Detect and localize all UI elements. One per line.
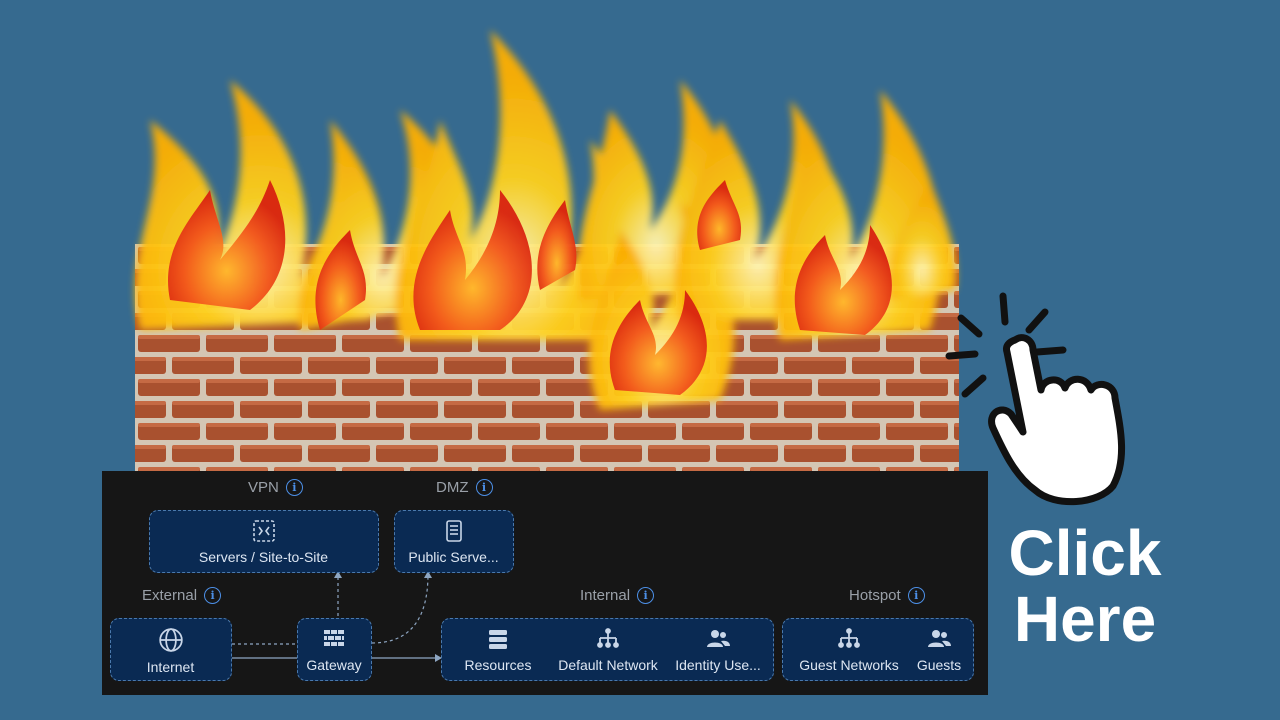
dmz-label: DMZ <box>436 479 469 496</box>
globe-icon <box>158 628 183 652</box>
zone-label-hotspot: Hotspot i <box>849 587 925 604</box>
identity-users-node[interactable]: Identity Use... <box>668 627 768 673</box>
guest-networks-node[interactable]: Guest Networks <box>791 627 907 673</box>
dmz-zone[interactable]: Public Serve... <box>394 510 514 573</box>
vpn-zone[interactable]: Servers / Site-to-Site <box>149 510 379 573</box>
dmz-node-label: Public Serve... <box>408 549 499 565</box>
info-icon[interactable]: i <box>907 587 925 604</box>
gateway-label: Gateway <box>306 657 362 673</box>
internal-label: Internal <box>580 587 631 604</box>
users-icon <box>928 630 951 647</box>
server-icon <box>445 520 462 542</box>
gateway-zone[interactable]: Gateway <box>297 618 372 681</box>
zone-label-dmz: DMZ i <box>436 479 493 496</box>
internet-label: Internet <box>146 659 195 675</box>
hand-pointer-icon[interactable] <box>945 290 1145 510</box>
zone-label-internal: Internal i <box>580 587 655 604</box>
internet-node[interactable]: Internet <box>111 627 230 675</box>
external-label: External <box>142 587 198 604</box>
click-here-cta[interactable]: Click Here <box>1000 520 1170 652</box>
vpn-label: VPN <box>248 479 279 496</box>
hotspot-zone[interactable]: Guest Networks Guests <box>782 618 974 681</box>
network-tree-icon <box>597 628 619 648</box>
info-icon[interactable]: i <box>637 587 655 604</box>
vpn-node-label: Servers / Site-to-Site <box>198 549 329 565</box>
cta-line-1: Click <box>1008 517 1162 589</box>
info-icon[interactable]: i <box>285 479 303 496</box>
vpn-node[interactable]: Servers / Site-to-Site <box>150 519 377 565</box>
server-stack-icon <box>489 630 507 649</box>
guests-label: Guests <box>916 657 962 673</box>
users-icon <box>707 630 730 647</box>
resources-node[interactable]: Resources <box>456 627 540 673</box>
network-tree-icon <box>838 628 860 648</box>
guest-networks-label: Guest Networks <box>799 657 899 673</box>
gateway-node[interactable]: Gateway <box>298 627 370 673</box>
vpn-servers-icon <box>252 520 275 542</box>
internal-zone[interactable]: Resources Default Network Identity Use..… <box>441 618 774 681</box>
default-network-node[interactable]: Default Network <box>552 627 664 673</box>
external-zone[interactable]: Internet <box>110 618 232 681</box>
dmz-node[interactable]: Public Serve... <box>395 519 512 565</box>
info-icon[interactable]: i <box>475 479 493 496</box>
identity-users-label: Identity Use... <box>675 657 761 673</box>
cta-line-2: Here <box>1013 583 1157 655</box>
info-icon[interactable]: i <box>204 587 222 604</box>
guests-node[interactable]: Guests <box>909 627 969 673</box>
default-network-label: Default Network <box>558 657 658 673</box>
network-topology-panel: VPN i DMZ i External i Internal i Hotspo… <box>102 471 988 695</box>
resources-label: Resources <box>464 657 532 673</box>
zone-label-vpn: VPN i <box>248 479 303 496</box>
hotspot-label: Hotspot <box>849 587 901 604</box>
firewall-icon <box>324 630 344 646</box>
zone-label-external: External i <box>142 587 222 604</box>
